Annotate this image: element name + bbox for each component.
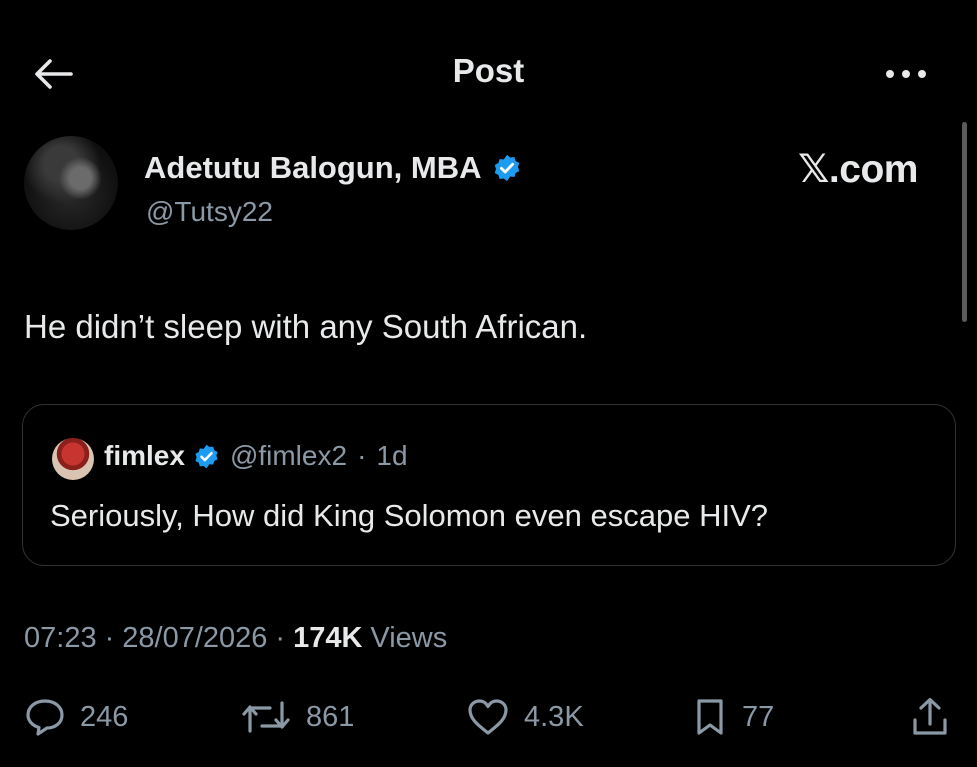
back-arrow-icon (35, 59, 73, 89)
bookmark-count: 77 (742, 700, 775, 733)
quote-separator: · (357, 440, 367, 471)
back-button[interactable] (28, 52, 78, 96)
quote-author-handle: @fimlex2 (229, 440, 348, 471)
meta-separator: · (104, 622, 115, 654)
share-button[interactable] (910, 694, 950, 740)
views-count: 174K (293, 622, 363, 654)
author-handle[interactable]: @Tutsy22 (146, 196, 273, 228)
verified-badge-icon (494, 154, 519, 182)
more-icon (886, 70, 926, 78)
reply-button[interactable]: 246 (24, 694, 128, 740)
repost-button[interactable]: 861 (240, 694, 354, 740)
author-avatar[interactable] (24, 136, 118, 230)
views-label: Views (370, 622, 448, 654)
quote-author-avatar (52, 438, 94, 480)
repost-icon (242, 701, 290, 733)
more-options-button[interactable] (876, 56, 936, 92)
scrollbar[interactable] (962, 122, 967, 322)
post-meta: 07:23 · 28/07/2026 · 174K Views (24, 622, 447, 655)
like-button[interactable]: 4.3K (466, 694, 584, 740)
bookmark-icon (697, 699, 723, 735)
reply-count: 246 (80, 700, 129, 733)
quote-text: Seriously, How did King Solomon even esc… (50, 498, 768, 533)
post-date: 28/07/2026 (122, 622, 268, 654)
author-name-row[interactable]: Adetutu Balogun, MBA (144, 150, 522, 186)
verified-badge-icon (195, 444, 218, 468)
like-count: 4.3K (524, 700, 584, 733)
quoted-post-card[interactable] (22, 404, 956, 566)
x-watermark: 𝕏.com (798, 148, 918, 191)
quote-header: fimlex @fimlex2 · 1d (104, 440, 408, 472)
quote-author-name: fimlex (104, 440, 185, 471)
post-text: He didn’t sleep with any South African. (24, 308, 588, 345)
author-name: Adetutu Balogun, MBA (144, 150, 482, 185)
like-icon (468, 699, 508, 735)
page-title: Post (452, 52, 525, 89)
reply-icon (26, 699, 64, 736)
share-icon (913, 697, 947, 735)
repost-count: 861 (306, 700, 355, 733)
quote-age: 1d (376, 440, 408, 471)
bookmark-button[interactable]: 77 (692, 694, 774, 740)
post-time: 07:23 (24, 622, 97, 654)
meta-separator: · (275, 622, 286, 654)
